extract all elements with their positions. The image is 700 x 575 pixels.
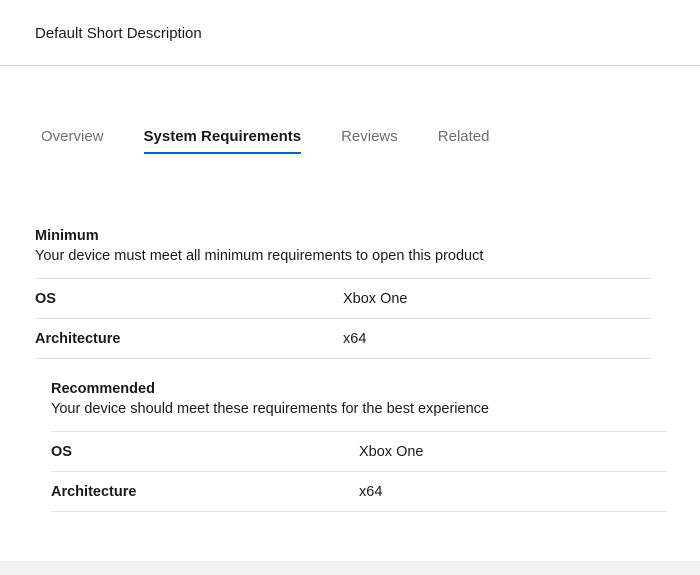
- table-row: OS Xbox One: [35, 279, 651, 319]
- recommended-description: Your device should meet these requiremen…: [51, 401, 489, 417]
- recommended-title: Recommended: [51, 381, 155, 397]
- tab-overview[interactable]: Overview: [41, 128, 104, 154]
- table-row: OS Xbox One: [51, 432, 667, 472]
- table-row: Architecture x64: [51, 472, 667, 512]
- minimum-title: Minimum: [35, 228, 99, 244]
- footer-strip: [0, 561, 700, 575]
- tab-system-requirements[interactable]: System Requirements: [143, 128, 301, 154]
- requirement-value: x64: [359, 483, 383, 500]
- tab-related[interactable]: Related: [438, 128, 490, 154]
- requirement-label: Architecture: [35, 330, 121, 347]
- minimum-description: Your device must meet all minimum requir…: [35, 248, 484, 264]
- requirement-value: x64: [343, 330, 367, 347]
- recommended-requirements-section: Recommended Your device should meet thes…: [51, 380, 667, 512]
- requirement-label: Architecture: [51, 483, 137, 500]
- short-description: Default Short Description: [35, 25, 202, 42]
- requirement-value: Xbox One: [343, 290, 408, 307]
- table-row: Architecture x64: [35, 319, 651, 359]
- minimum-requirements-section: Minimum Your device must meet all minimu…: [35, 227, 651, 359]
- requirement-value: Xbox One: [359, 443, 424, 460]
- requirement-label: OS: [35, 290, 56, 307]
- tab-reviews[interactable]: Reviews: [341, 128, 398, 154]
- recommended-requirements-table: OS Xbox One Architecture x64: [51, 431, 667, 512]
- requirement-label: OS: [51, 443, 72, 460]
- minimum-requirements-table: OS Xbox One Architecture x64: [35, 278, 651, 359]
- page-header: Default Short Description: [0, 0, 700, 66]
- product-tabs: Overview System Requirements Reviews Rel…: [41, 128, 529, 154]
